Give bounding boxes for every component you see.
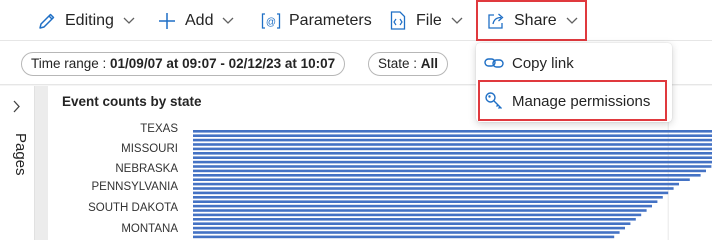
state-value: All xyxy=(420,56,439,71)
pages-rail[interactable]: Pages xyxy=(0,86,35,240)
parameters-label: Parameters xyxy=(289,11,372,29)
chart-category-label: SOUTH DAKOTA xyxy=(88,202,178,214)
chevron-down-icon xyxy=(451,17,463,25)
chart-category-label: TEXAS xyxy=(140,123,178,135)
chart-bar xyxy=(193,143,712,146)
chart-bar xyxy=(193,235,615,239)
chart-bar xyxy=(193,152,712,155)
pages-label-container: Pages xyxy=(3,133,31,193)
file-code-icon xyxy=(388,11,408,31)
toolbar: Editing Add @ Parameters File Share xyxy=(0,0,712,41)
state-filter[interactable]: State : All xyxy=(368,52,449,76)
add-button[interactable]: Add xyxy=(157,0,234,41)
time-range-key: Time range : xyxy=(31,56,111,71)
file-button[interactable]: File xyxy=(388,0,463,41)
svg-text:@: @ xyxy=(266,17,276,28)
time-range-filter[interactable]: Time range : 01/09/07 at 09:07 - 02/12/2… xyxy=(21,52,346,76)
chart-bar xyxy=(193,218,636,221)
chevron-down-icon xyxy=(222,17,234,25)
chevron-right-icon[interactable] xyxy=(12,100,21,118)
chart-bar xyxy=(193,134,712,137)
manage-permissions-highlight-box xyxy=(478,80,667,121)
link-icon xyxy=(484,53,504,73)
plus-icon xyxy=(157,11,177,31)
chart-bar xyxy=(193,165,712,168)
chart-bar xyxy=(193,160,712,164)
pencil-icon xyxy=(37,11,57,31)
chart-bar xyxy=(193,182,679,186)
chevron-down-icon xyxy=(123,17,135,25)
chart-bar xyxy=(193,138,712,142)
chart-bar xyxy=(193,200,658,203)
copy-link-item[interactable]: Copy link xyxy=(476,45,672,81)
editing-button[interactable]: Editing xyxy=(37,0,135,41)
chart-bar xyxy=(193,130,712,133)
parameters-icon: @ xyxy=(261,11,281,31)
chart-category-label: MISSOURI xyxy=(121,143,178,155)
chart-bar xyxy=(193,196,663,199)
pages-label: Pages xyxy=(12,133,29,176)
state-key: State : xyxy=(378,56,421,71)
add-label: Add xyxy=(185,11,214,29)
time-range-value: 01/09/07 at 09:07 - 02/12/23 at 10:07 xyxy=(110,56,336,71)
rail-separator xyxy=(35,86,48,240)
chart-bar xyxy=(193,226,625,230)
copy-link-label: Copy link xyxy=(512,54,574,72)
chart-bar xyxy=(193,187,674,190)
share-highlight-box xyxy=(476,0,587,41)
chart-category-label: PENNSYLVANIA xyxy=(92,181,179,193)
chart-bar xyxy=(193,191,669,195)
chart-category-label: NEBRASKA xyxy=(115,163,178,175)
editing-label: Editing xyxy=(65,11,114,29)
file-label: File xyxy=(416,11,442,29)
chart-bar xyxy=(193,213,642,217)
chart-bar xyxy=(193,147,712,151)
chart-bar xyxy=(193,174,701,177)
chart-bar xyxy=(193,204,652,208)
chart-bar xyxy=(193,222,631,225)
chart-bar xyxy=(193,178,690,181)
chart-category-label: MONTANA xyxy=(121,223,178,235)
chart-bar xyxy=(193,156,712,159)
chart-bar xyxy=(193,231,620,234)
chart-bar xyxy=(193,209,647,212)
chart-bar xyxy=(193,169,706,173)
parameters-button[interactable]: @ Parameters xyxy=(261,0,372,41)
